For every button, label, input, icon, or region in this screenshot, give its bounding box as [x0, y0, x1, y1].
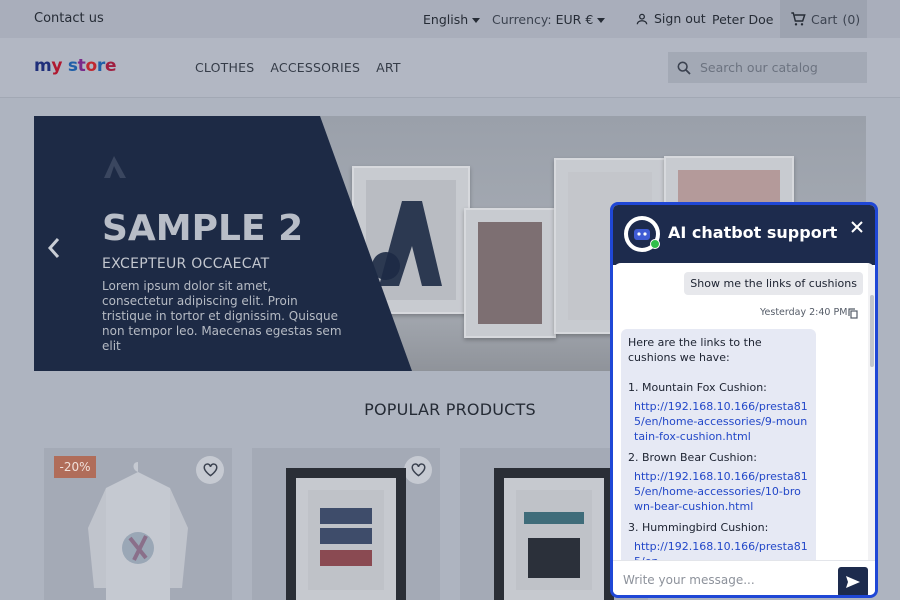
bot-avatar	[624, 216, 660, 252]
cushion-item-label: 3. Hummingbird Cushion:	[628, 521, 769, 534]
cart-icon	[791, 12, 806, 26]
cart-button[interactable]: Cart (0)	[780, 0, 867, 38]
language-selector[interactable]: English	[423, 12, 481, 27]
sign-out-link[interactable]: Sign out	[635, 11, 706, 26]
cushion-link[interactable]: http://192.168.10.166/presta815/en/home-…	[628, 469, 809, 514]
menu-item-art[interactable]: ART	[376, 60, 401, 75]
send-icon	[846, 576, 860, 588]
chat-input-bar	[613, 560, 875, 595]
wishlist-heart-icon[interactable]	[404, 456, 432, 484]
product-image	[88, 462, 188, 600]
chatbot-window: AI chatbot support Show me the links of …	[610, 202, 878, 598]
account-name-link[interactable]: Peter Doe	[712, 12, 773, 27]
hero-title: SAMPLE 2	[102, 208, 304, 249]
user-message: Show me the links of cushions	[684, 272, 863, 295]
menu-item-accessories[interactable]: ACCESSORIES	[270, 60, 360, 75]
bot-message-intro: Here are the links to the cushions we ha…	[628, 336, 762, 364]
search-icon	[677, 61, 691, 75]
cart-label: Cart	[811, 11, 838, 27]
chat-messages[interactable]: Show me the links of cushions Yesterday …	[613, 263, 875, 560]
main-menu: CLOTHES ACCESSORIES ART	[195, 60, 401, 75]
cushion-link[interactable]: http://192.168.10.166/presta815/en/home-…	[628, 399, 809, 444]
currency-selector[interactable]: Currency: EUR €	[492, 12, 606, 27]
product-image	[286, 468, 406, 600]
chatbot-title: AI chatbot support	[668, 223, 838, 242]
cushion-link[interactable]: http://192.168.10.166/presta815/en	[628, 539, 809, 560]
bot-message: Here are the links to the cushions we ha…	[621, 329, 816, 560]
carousel-prev-arrow[interactable]	[46, 236, 62, 260]
contact-us-link[interactable]: Contact us	[34, 11, 104, 26]
top-bar: Contact us English Currency: EUR € Sign …	[0, 0, 900, 38]
product-image	[494, 468, 614, 600]
online-status-dot	[650, 239, 660, 249]
message-input[interactable]	[623, 570, 833, 590]
language-value: English	[423, 12, 469, 27]
cushion-item-label: 1. Mountain Fox Cushion:	[628, 381, 767, 394]
robot-icon	[634, 229, 650, 240]
currency-value: EUR €	[555, 12, 594, 27]
search-box[interactable]: Search our catalog	[668, 52, 867, 83]
user-icon	[636, 13, 648, 24]
menu-item-clothes[interactable]: CLOTHES	[195, 60, 254, 75]
currency-label: Currency:	[492, 12, 552, 27]
store-logo[interactable]: my store	[34, 56, 117, 76]
wishlist-heart-icon[interactable]	[196, 456, 224, 484]
hero-description: Lorem ipsum dolor sit amet, consectetur …	[102, 279, 342, 353]
sign-out-label: Sign out	[654, 11, 706, 26]
cushion-item-label: 2. Brown Bear Cushion:	[628, 451, 757, 464]
cart-count: (0)	[842, 11, 861, 27]
copy-icon[interactable]	[848, 308, 858, 319]
send-button[interactable]	[838, 567, 868, 595]
chatbot-header: AI chatbot support	[613, 205, 875, 265]
hero-subtitle: EXCEPTEUR OCCAECAT	[102, 256, 270, 272]
close-icon[interactable]	[851, 219, 863, 237]
chat-scrollbar-thumb[interactable]	[870, 295, 874, 367]
chevron-down-icon	[597, 18, 606, 23]
product-card[interactable]	[252, 448, 440, 600]
product-card[interactable]: -20%	[44, 448, 232, 600]
message-timestamp: Yesterday 2:40 PM	[760, 307, 848, 318]
chevron-down-icon	[472, 18, 481, 23]
search-placeholder: Search our catalog	[700, 60, 818, 75]
